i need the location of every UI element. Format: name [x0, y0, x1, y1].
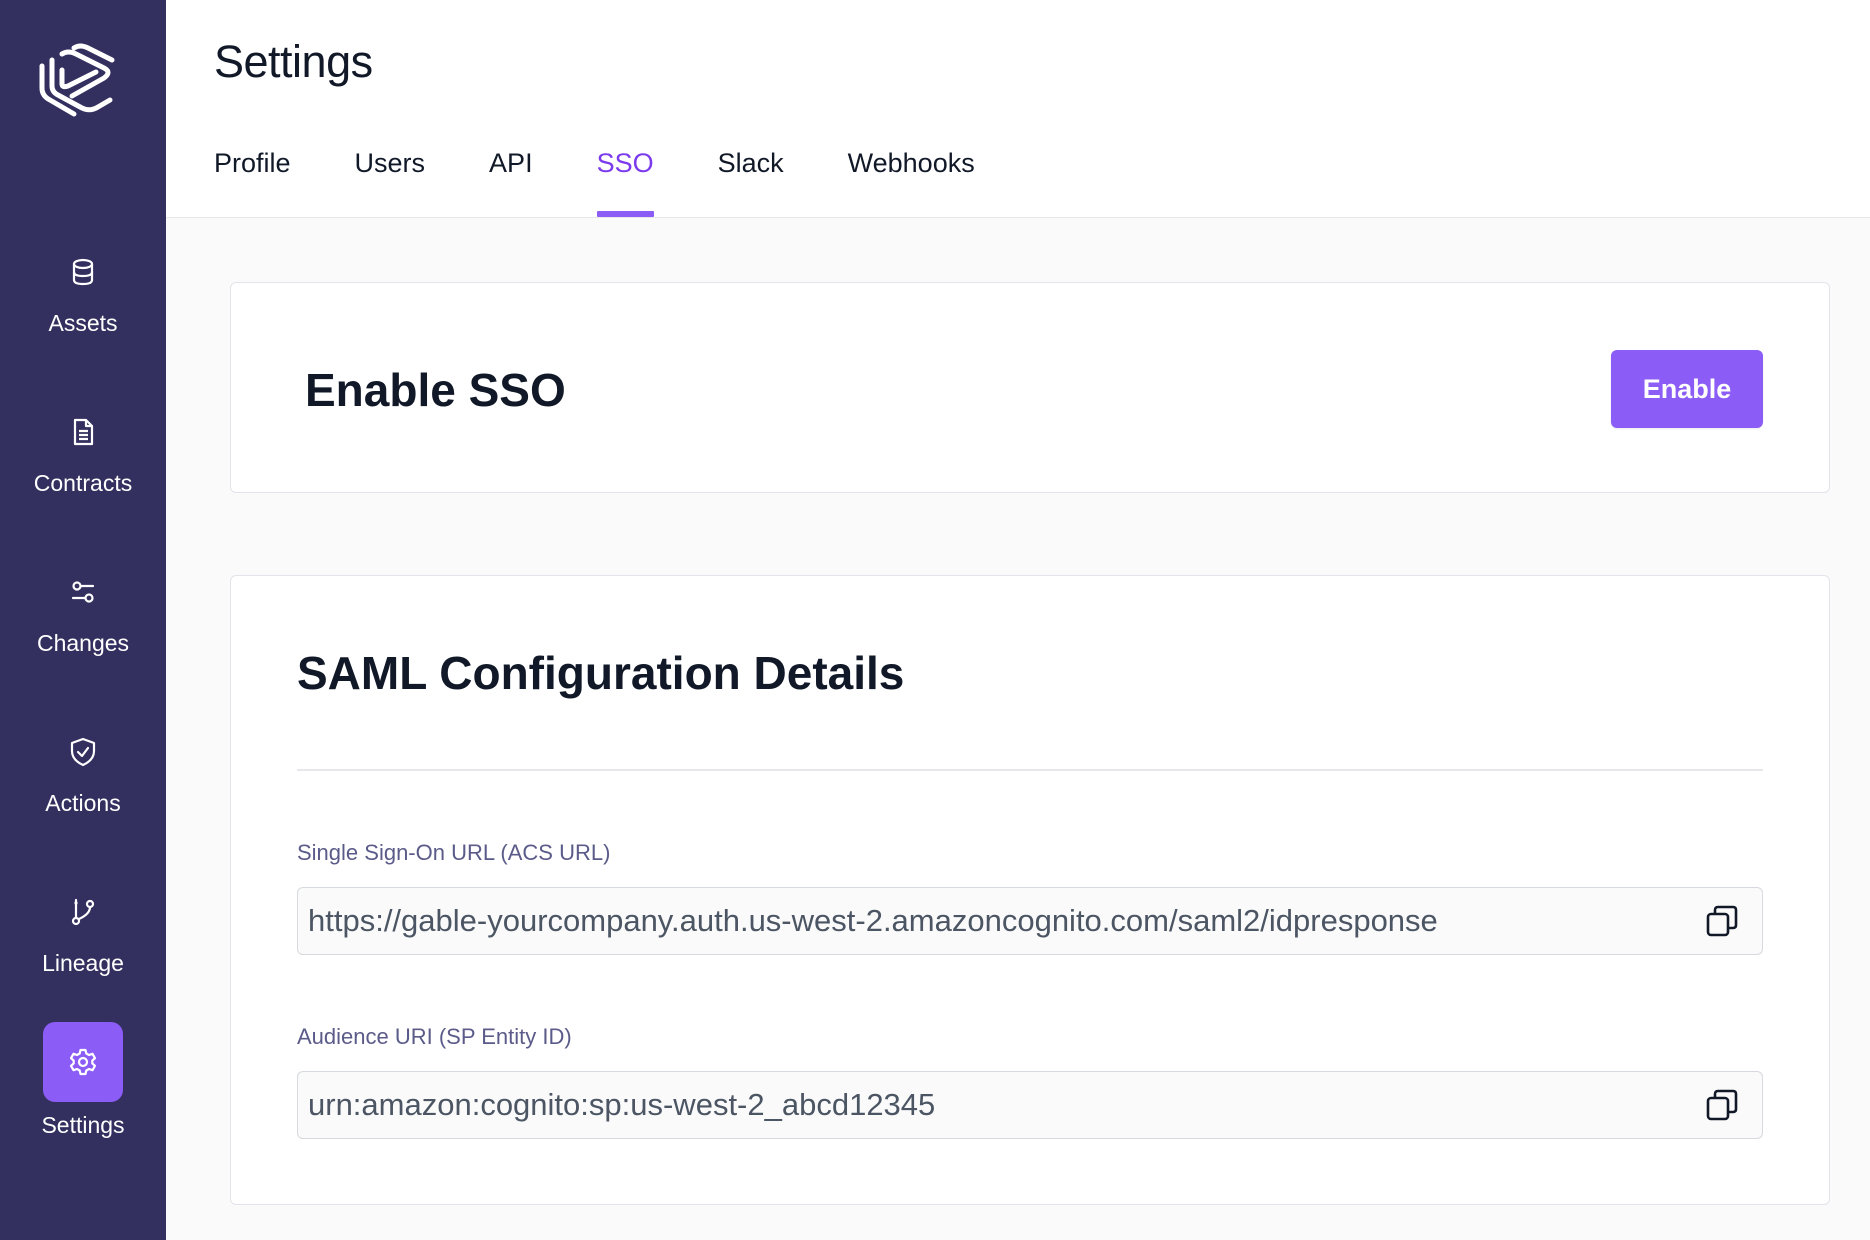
tab-profile[interactable]: Profile: [214, 148, 291, 218]
saml-config-title: SAML Configuration Details: [297, 647, 905, 699]
sidebar-item-label: Changes: [36, 630, 130, 656]
document-icon: [73, 418, 94, 446]
enable-sso-card: Enable SSO Enable: [230, 282, 1830, 493]
audience-uri-field: urn:amazon:cognito:sp:us-west-2_abcd1234…: [297, 1071, 1763, 1139]
enable-sso-title: Enable SSO: [305, 364, 566, 416]
sidebar-item-label: Contracts: [33, 470, 133, 496]
sidebar-item-label: Lineage: [42, 950, 124, 976]
sidebar: Assets Contracts Changes Actions Lineage…: [0, 0, 166, 1240]
gable-logo[interactable]: [34, 40, 118, 124]
shield-check-icon: [70, 737, 96, 767]
audience-uri-value[interactable]: urn:amazon:cognito:sp:us-west-2_abcd1234…: [298, 1087, 1704, 1123]
tab-webhooks[interactable]: Webhooks: [848, 148, 975, 218]
database-icon: [72, 258, 94, 286]
tab-api[interactable]: API: [489, 148, 533, 218]
sidebar-item-label: Actions: [45, 790, 121, 816]
divider: [297, 769, 1763, 771]
tab-users[interactable]: Users: [355, 148, 426, 218]
tab-slack[interactable]: Slack: [718, 148, 784, 218]
gear-icon: [69, 1048, 97, 1076]
sidebar-item-changes[interactable]: Changes: [0, 552, 166, 682]
settings-tabs: Profile Users API SSO Slack Webhooks: [214, 148, 1039, 218]
sidebar-item-label: Assets: [48, 310, 118, 336]
copy-icon[interactable]: [1704, 903, 1740, 939]
page-title: Settings: [214, 36, 373, 87]
sidebar-item-assets[interactable]: Assets: [0, 232, 166, 362]
enable-sso-button[interactable]: Enable: [1611, 350, 1763, 428]
sidebar-item-label: Settings: [41, 1112, 125, 1138]
sidebar-item-lineage[interactable]: Lineage: [0, 872, 166, 1002]
page-header: Settings Profile Users API SSO Slack Web…: [166, 0, 1870, 218]
audience-uri-label: Audience URI (SP Entity ID): [297, 1024, 572, 1049]
tab-sso[interactable]: SSO: [596, 148, 654, 218]
saml-config-card: SAML Configuration Details Single Sign-O…: [230, 575, 1830, 1205]
acs-url-value[interactable]: https://gable-yourcompany.auth.us-west-2…: [298, 903, 1704, 939]
acs-url-label: Single Sign-On URL (ACS URL): [297, 840, 611, 865]
sliders-icon: [71, 581, 95, 603]
acs-url-field: https://gable-yourcompany.auth.us-west-2…: [297, 887, 1763, 955]
copy-icon[interactable]: [1704, 1087, 1740, 1123]
sidebar-item-contracts[interactable]: Contracts: [0, 392, 166, 522]
git-branch-icon: [71, 898, 95, 926]
sidebar-item-settings[interactable]: Settings: [0, 1022, 166, 1152]
sidebar-item-actions[interactable]: Actions: [0, 712, 166, 842]
